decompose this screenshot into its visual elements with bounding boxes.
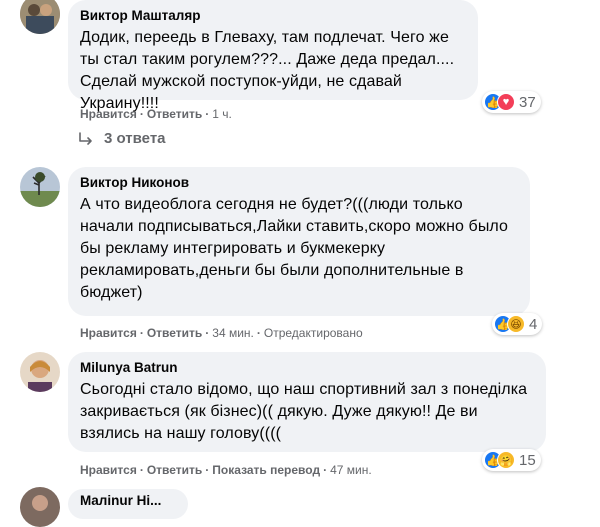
avatar[interactable] xyxy=(20,487,60,527)
comment-text: Сьогодні стало відомо, що наш спортивний… xyxy=(80,381,528,442)
avatar[interactable] xyxy=(20,0,60,34)
love-icon: ♥ xyxy=(497,93,515,111)
avatar[interactable] xyxy=(20,352,60,392)
reaction-summary[interactable]: 👍 🤗 15 xyxy=(482,449,541,471)
reply-button[interactable]: Ответить xyxy=(147,326,202,340)
timestamp[interactable]: 34 мин. xyxy=(212,326,254,340)
timestamp[interactable]: 1 ч. xyxy=(212,107,232,121)
comment-text: Додик, переедь в Глеваху, там подлечат. … xyxy=(80,29,455,112)
reaction-summary[interactable]: 👍 ♥ 37 xyxy=(482,91,541,113)
reaction-count: 15 xyxy=(519,451,536,469)
view-replies-link[interactable]: 3 ответа xyxy=(78,130,166,147)
haha-icon: 😆 xyxy=(507,315,525,333)
like-button[interactable]: Нравится xyxy=(80,107,137,121)
comment-actions: Нравится · Ответить · 34 мин. · Отредактирован… xyxy=(80,326,363,340)
reaction-count: 37 xyxy=(519,93,536,111)
like-button[interactable]: Нравится xyxy=(80,326,137,340)
comment-actions: Нравится · Ответить · 1 ч. xyxy=(80,107,232,121)
avatar[interactable] xyxy=(20,167,60,207)
reply-button[interactable]: Ответить xyxy=(147,107,202,121)
edited-label: Отредактировано xyxy=(263,326,363,340)
comment-author[interactable]: Виктор Никонов xyxy=(80,175,518,191)
show-translation-button[interactable]: Показать перевод xyxy=(212,463,320,477)
reply-arrow-icon xyxy=(79,131,92,145)
reaction-count: 4 xyxy=(529,315,538,333)
comment-author[interactable]: Виктор Машталяр xyxy=(80,8,466,24)
like-button[interactable]: Нравится xyxy=(80,463,137,477)
comment-author[interactable]: Milunya Batrun xyxy=(80,360,534,376)
comment-author[interactable]: Maлinur Hi... xyxy=(80,493,176,509)
care-icon: 🤗 xyxy=(497,451,515,469)
comment-bubble: Виктор Никонов А что видеоблога сегодня … xyxy=(68,167,530,316)
reply-button[interactable]: Ответить xyxy=(147,463,202,477)
comment-text: А что видеоблога сегодня не будет?(((люд… xyxy=(80,196,509,301)
comment-actions: Нравится · Ответить · Показать перевод · 47 ми… xyxy=(80,463,372,477)
timestamp[interactable]: 47 мин. xyxy=(330,463,372,477)
replies-count-label: 3 ответа xyxy=(104,130,166,147)
comment-bubble: Виктор Машталяр Додик, переедь в Глеваху… xyxy=(68,0,478,112)
reaction-summary[interactable]: 👍 😆 4 xyxy=(492,313,543,335)
comment-bubble: Maлinur Hi... xyxy=(68,489,188,519)
comment-bubble: Milunya Batrun Сьогодні стало відомо, що… xyxy=(68,352,546,452)
